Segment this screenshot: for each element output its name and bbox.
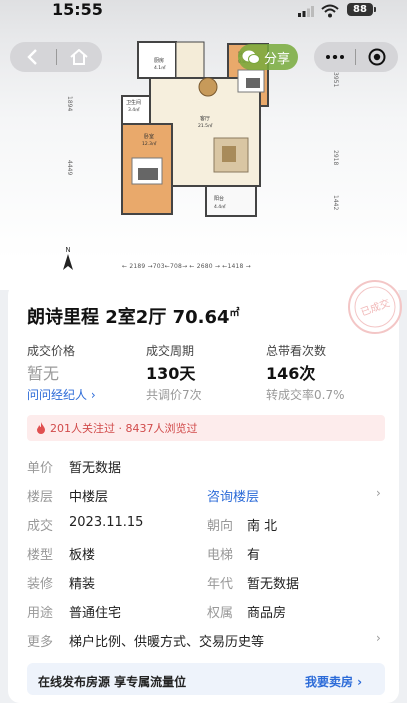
more-key: 更多 [27,635,54,650]
nav-left-group [10,42,102,72]
consult-floor-link[interactable]: 咨询楼层 [207,486,259,505]
deal-value: 2023.11.15 [69,515,144,530]
share-button[interactable]: 分享 [238,44,299,70]
left-dim-1: 1894 [66,96,73,112]
orientation-key: 朝向 [207,519,234,534]
ownership-value: 商品房 [247,606,287,621]
status-time: 15:55 [52,0,103,19]
battery-indicator: 88 [347,3,376,16]
sold-stamp-text: 已成交 [359,296,392,318]
detail-row-price: 单价 暂无数据 [27,457,387,477]
usage-value: 普通住宅 [69,606,122,621]
bedroom1-area: 12.3㎡ [142,140,157,147]
floor-key: 楼层 [27,490,54,505]
signal-icon [298,6,314,17]
sold-stamp: 已成交 [348,280,402,334]
flame-icon [37,422,45,434]
kitchen-area: 4.1㎡ [154,64,166,71]
right-dim-3: 1442 [332,195,339,211]
detail-row-decor: 装修 精装 年代 暂无数据 [27,573,387,593]
home-icon [70,49,88,65]
living-area: 21.5㎡ [198,122,213,129]
wifi-icon [321,4,339,18]
balcony-label: 阳台 [214,195,224,202]
year-key: 年代 [207,577,234,592]
stat-views-sub: 转成交率0.7% [266,388,345,402]
detail-row-building: 楼型 板楼 电梯 有 [27,544,387,564]
unit-price-key: 单价 [27,461,54,476]
orientation-value: 南 北 [247,519,278,534]
stat-price-value: 暂无 [27,364,60,383]
north-label: N [65,246,71,254]
living-label: 客厅 [200,115,210,122]
year-value: 暂无数据 [247,577,300,592]
more-dots-icon [325,55,344,59]
bottom-dimensions: ← 2189 →703←708→ ← 2680 → ←1418 → [122,263,251,270]
attention-text: 201人关注过 · 8437人浏览过 [50,422,198,435]
sell-banner[interactable]: 在线发布房源 享专属流量位 我要卖房 › [27,663,385,695]
chevron-right-icon: › [376,486,381,500]
chevron-left-icon [27,49,37,65]
target-icon [368,48,385,66]
attention-alert: 201人关注过 · 8437人浏览过 [27,415,385,441]
bathroom-area: 3.4㎡ [128,106,140,113]
sell-banner-text: 在线发布房源 享专属流量位 [38,675,187,689]
listing-title: 朗诗里程 2室2厅 70.64㎡ [27,303,240,329]
capsule-menu [314,42,398,72]
stat-cycle-value: 130天 [146,364,196,383]
back-button[interactable] [10,42,56,72]
ownership-key: 权属 [207,606,234,621]
floorplan-hero[interactable]: 15:55 88 厨房 4.1㎡ 卧室 9.8㎡ 卫 [0,0,407,290]
compass-icon [63,254,73,270]
right-dim-1: 3951 [332,72,339,88]
share-label: 分享 [264,51,291,67]
chevron-right-icon: › [376,631,381,645]
detail-row-use: 用途 普通住宅 权属 商品房 [27,602,387,622]
deal-key: 成交 [27,519,54,534]
decoration-key: 装修 [27,577,54,592]
area-unit: ㎡ [229,308,240,319]
right-dim-2: 2918 [332,150,339,166]
stat-price-label: 成交价格 [27,344,76,358]
stat-views-label: 总带看次数 [266,344,327,358]
north-arrow: N [62,246,74,276]
stat-cycle-sub: 共调价7次 [146,388,202,402]
sell-house-link[interactable]: 我要卖房 › [305,673,362,690]
detail-row-floor[interactable]: 楼层 中楼层 咨询楼层 › [27,486,387,506]
building-type-value: 板楼 [69,548,96,563]
ask-agent-link[interactable]: 问问经纪人 › [27,386,96,403]
stat-cycle-label: 成交周期 [146,344,195,358]
usage-key: 用途 [27,606,54,621]
elevator-value: 有 [247,548,261,563]
bathroom-label: 卫生间 [126,99,141,106]
detail-row-deal: 成交 2023.11.15 朝向 南 北 [27,515,387,535]
kitchen-label: 厨房 [154,57,164,64]
decoration-value: 精装 [69,577,96,592]
floor-value: 中楼层 [69,490,109,505]
wechat-icon [242,50,260,64]
elevator-key: 电梯 [207,548,234,563]
balcony-area: 4.4㎡ [214,203,226,210]
detail-row-more[interactable]: 更多 梯户比例、供暖方式、交易历史等 › [27,631,387,651]
status-bar: 15:55 88 [0,0,407,24]
listing-title-text: 朗诗里程 2室2厅 70.64 [27,307,230,328]
unit-price-value: 暂无数据 [69,461,122,476]
building-type-key: 楼型 [27,548,54,563]
left-dim-2: 4449 [66,160,73,176]
close-miniprogram-button[interactable] [356,42,397,72]
more-button[interactable] [314,42,355,72]
bedroom1-label: 卧室 [144,133,154,140]
stat-views-value: 146次 [266,364,316,383]
home-button[interactable] [56,42,102,72]
more-value: 梯户比例、供暖方式、交易历史等 [69,635,265,650]
